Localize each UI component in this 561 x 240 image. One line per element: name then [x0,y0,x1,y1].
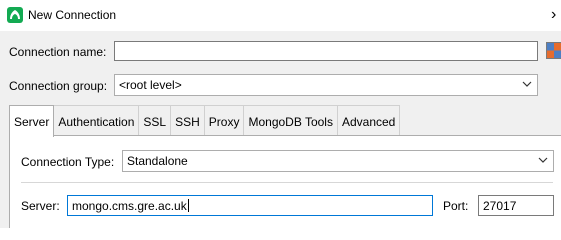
chevron-down-icon [538,157,548,163]
server-input[interactable]: mongo.cms.gre.ac.uk [67,195,433,216]
app-icon [7,7,23,23]
tab-proxy[interactable]: Proxy [203,105,245,136]
connection-group-select[interactable]: <root level> [114,74,538,96]
connection-name-input[interactable] [114,41,538,61]
connection-type-label: Connection Type: [21,155,115,169]
server-label: Server: [21,199,60,213]
connection-name-label: Connection name: [9,45,107,59]
mongodb-leaf-icon [10,10,20,19]
port-input[interactable]: 27017 [478,195,554,216]
tab-ssl[interactable]: SSL [138,105,172,136]
panel-separator [21,182,553,183]
close-icon[interactable]: › [551,6,561,24]
color-picker-button[interactable] [546,42,561,59]
server-value: mongo.cms.gre.ac.uk [72,199,187,213]
connection-group-value: <root level> [119,78,182,92]
text-caret [187,199,189,212]
connection-type-select[interactable]: Standalone [122,150,554,172]
tab-mongodb-tools[interactable]: MongoDB Tools [243,105,338,136]
tab-authentication[interactable]: Authentication [53,105,140,136]
port-label: Port: [443,199,469,213]
window-title: New Connection [28,8,117,22]
tab-ssh[interactable]: SSH [170,105,205,136]
connection-type-value: Standalone [127,154,188,168]
connection-group-label: Connection group: [9,79,108,93]
tab-strip: Server Authentication SSL SSH Proxy Mong… [9,105,401,137]
chevron-down-icon [522,81,532,87]
tab-advanced[interactable]: Advanced [336,105,401,136]
tab-server[interactable]: Server [9,105,55,137]
